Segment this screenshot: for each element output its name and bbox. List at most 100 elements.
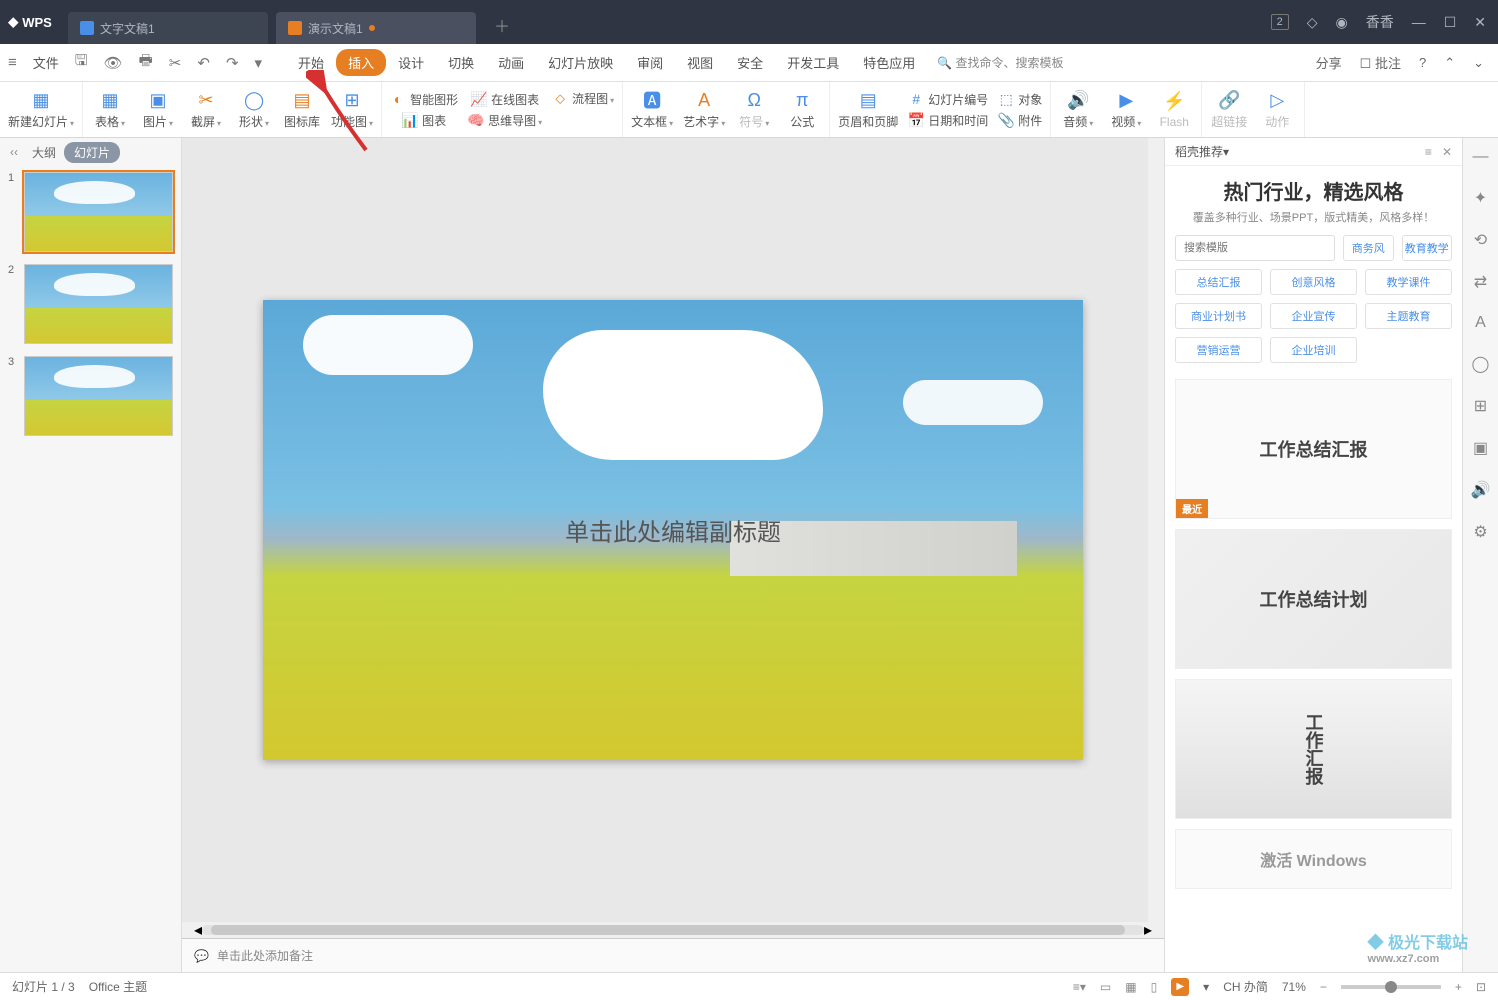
filter-tag[interactable]: 总结汇报 <box>1175 269 1262 295</box>
zoom-out-icon[interactable]: − <box>1320 980 1327 994</box>
object-button[interactable]: ⬚对象 <box>998 91 1042 108</box>
annotate-button[interactable]: ☐ 批注 <box>1360 53 1401 72</box>
attachment-button[interactable]: 📎附件 <box>998 112 1042 129</box>
tab-special[interactable]: 特色应用 <box>851 49 927 76</box>
date-time-button[interactable]: 📅日期和时间 <box>908 112 988 129</box>
add-tab-button[interactable]: ＋ <box>486 13 518 37</box>
maximize-button[interactable]: ☐ <box>1444 14 1457 31</box>
image-tool-icon[interactable]: ▣ <box>1473 438 1488 458</box>
scroll-right-icon[interactable]: ▸ <box>1144 920 1152 940</box>
collapse-ribbon-icon[interactable]: ⌃ <box>1444 55 1455 71</box>
sidebar-collapse-icon[interactable]: — <box>1473 148 1489 166</box>
shape-tool-icon[interactable]: ◯ <box>1472 354 1490 374</box>
reading-view-icon[interactable]: ▯ <box>1151 980 1158 994</box>
table-button[interactable]: ▦表格▾ <box>91 89 129 130</box>
notes-pane[interactable]: 💬 单击此处添加备注 <box>182 938 1164 972</box>
smart-graphic-button[interactable]: ◐智能图形 <box>390 91 458 108</box>
slides-tab[interactable]: 幻灯片 <box>64 142 120 163</box>
doc-tab-presentation[interactable]: 演示文稿1 <box>276 12 476 44</box>
audio-button[interactable]: 🔊音频▾ <box>1059 89 1097 130</box>
dropdown-icon[interactable]: ▾ <box>247 54 271 72</box>
textbox-button[interactable]: 🅰文本框▾ <box>631 89 673 130</box>
filter-tag[interactable]: 主题教育 <box>1365 303 1452 329</box>
filter-tag[interactable]: 创意风格 <box>1270 269 1357 295</box>
picture-button[interactable]: ▣图片▾ <box>139 89 177 130</box>
filter-tag[interactable]: 营销运营 <box>1175 337 1262 363</box>
vertical-scrollbar[interactable] <box>1148 138 1164 922</box>
template-card[interactable]: 工作汇报 <box>1175 679 1452 819</box>
slide-thumbnail[interactable]: 1 <box>8 172 173 252</box>
equation-button[interactable]: π公式 <box>783 89 821 130</box>
scroll-thumb[interactable] <box>211 925 1125 935</box>
slide-thumbnail[interactable]: 3 <box>8 356 173 436</box>
icon-library-button[interactable]: ▤图标库 <box>283 89 321 130</box>
template-card[interactable]: 工作总结计划 <box>1175 529 1452 669</box>
panel-close-icon[interactable]: ✕ <box>1442 145 1452 159</box>
sorter-view-icon[interactable]: ▦ <box>1125 980 1136 994</box>
tab-animation[interactable]: 动画 <box>486 49 536 76</box>
slide-number-button[interactable]: #幻灯片编号 <box>908 91 988 108</box>
tab-design[interactable]: 设计 <box>386 49 436 76</box>
header-footer-button[interactable]: ▤页眉和页脚 <box>838 89 898 130</box>
chart-button[interactable]: 📊图表 <box>390 112 458 129</box>
tab-insert[interactable]: 插入 <box>336 49 386 76</box>
tab-security[interactable]: 安全 <box>725 49 775 76</box>
tab-review[interactable]: 审阅 <box>625 49 675 76</box>
minimize-button[interactable]: — <box>1412 14 1426 30</box>
user-avatar-icon[interactable]: ◉ <box>1335 14 1347 31</box>
zoom-thumb[interactable] <box>1385 981 1397 993</box>
settings-icon[interactable]: ⚙ <box>1473 522 1487 542</box>
filter-tag[interactable]: 企业培训 <box>1270 337 1357 363</box>
filter-tag[interactable]: 企业宣传 <box>1270 303 1357 329</box>
transition-icon[interactable]: ⇄ <box>1474 272 1487 292</box>
slide-thumbnail[interactable]: 2 <box>8 264 173 344</box>
video-button[interactable]: ▶视频▾ <box>1107 89 1145 130</box>
subtitle-placeholder[interactable]: 单击此处编辑副标题 <box>565 513 781 548</box>
command-search[interactable]: 🔍 查找命令、搜索模板 <box>937 54 1063 71</box>
notification-badge[interactable]: 2 <box>1271 14 1289 30</box>
filter-tag[interactable]: 商务风 <box>1343 235 1394 261</box>
filter-tag[interactable]: 商业计划书 <box>1175 303 1262 329</box>
print-preview-icon[interactable]: 👁 <box>96 54 131 72</box>
outline-tab[interactable]: 大纲 <box>32 144 56 161</box>
doc-tab-word[interactable]: 文字文稿1 <box>68 12 268 44</box>
new-slide-button[interactable]: ▦新建幻灯片▾ <box>8 89 74 130</box>
share-button[interactable]: 分享 <box>1316 53 1342 72</box>
smart-art-icon[interactable]: ⊞ <box>1474 396 1487 416</box>
panel-menu-icon[interactable]: ≡ <box>1425 145 1432 159</box>
filter-tag[interactable]: 教育教学 <box>1402 235 1453 261</box>
animation-pane-icon[interactable]: ⟲ <box>1474 230 1487 250</box>
horizontal-scrollbar[interactable]: ◂ ▸ <box>182 922 1164 938</box>
undo-icon[interactable]: ↶ <box>189 54 218 72</box>
text-icon[interactable]: A <box>1475 314 1486 332</box>
slideshow-button[interactable]: ▶ <box>1171 978 1189 996</box>
more-icon[interactable]: ⌄ <box>1473 55 1484 71</box>
mind-map-button[interactable]: 🧠思维导图▾ <box>468 112 542 129</box>
print-icon[interactable]: 🖶 <box>131 50 161 75</box>
tab-transition[interactable]: 切换 <box>436 49 486 76</box>
file-menu[interactable]: 文件 <box>25 53 67 72</box>
zoom-slider[interactable] <box>1341 985 1441 989</box>
tab-devtools[interactable]: 开发工具 <box>775 49 851 76</box>
template-search-input[interactable] <box>1175 235 1335 261</box>
shape-button[interactable]: ◯形状▾ <box>235 89 273 130</box>
slide-canvas[interactable]: 单击此处编辑副标题 <box>182 138 1164 922</box>
format-painter-icon[interactable]: ✂ <box>161 54 190 72</box>
user-name[interactable]: 香香 <box>1366 12 1394 32</box>
notes-toggle-icon[interactable]: ≡▾ <box>1073 980 1086 994</box>
zoom-in-icon[interactable]: + <box>1455 980 1462 994</box>
audio-tool-icon[interactable]: 🔊 <box>1471 480 1491 500</box>
online-chart-button[interactable]: 📈在线图表 <box>468 91 542 108</box>
skin-icon[interactable]: ◇ <box>1307 14 1318 31</box>
template-card[interactable]: 工作总结汇报最近 <box>1175 379 1452 519</box>
template-card[interactable]: 激活 Windows <box>1175 829 1452 889</box>
function-chart-button[interactable]: ⊞功能图▾ <box>331 89 373 130</box>
tab-view[interactable]: 视图 <box>675 49 725 76</box>
design-icon[interactable]: ✦ <box>1474 188 1487 208</box>
fit-window-icon[interactable]: ⊡ <box>1476 980 1486 994</box>
collapse-panel-icon[interactable]: ‹‹ <box>10 145 18 159</box>
tab-start[interactable]: 开始 <box>286 49 336 76</box>
menu-icon[interactable]: ≡ <box>0 54 25 71</box>
save-icon[interactable]: 🖫 <box>67 50 96 75</box>
filter-tag[interactable]: 教学课件 <box>1365 269 1452 295</box>
